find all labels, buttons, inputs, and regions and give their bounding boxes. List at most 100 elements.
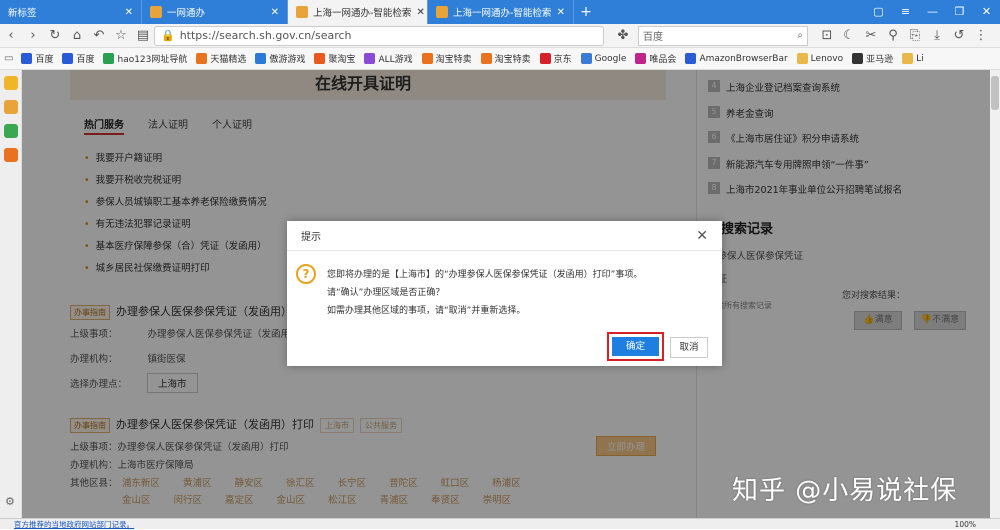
tab-label: 上海一网通办-智能检索 — [313, 8, 412, 19]
bookmark-label: AmazonBrowserBar — [699, 53, 788, 64]
tab-search[interactable]: 上海一网通办-智能检索 ✕ — [428, 0, 574, 24]
screenshot-icon[interactable]: ⊡ — [816, 28, 838, 43]
rss-icon[interactable] — [3, 148, 18, 162]
tab-new[interactable]: 新标签 ✕ — [0, 0, 142, 24]
tile-icon[interactable]: ▢ — [865, 0, 892, 24]
bookmark-label: 百度 — [76, 55, 95, 65]
bookmark-label: 淘宝特卖 — [494, 55, 531, 65]
bookmark-item[interactable]: Google — [580, 53, 627, 64]
bookmark-item[interactable]: 亚马逊 — [852, 52, 893, 65]
download-icon[interactable]: ⤓ — [926, 28, 948, 43]
translate-icon[interactable]: ⚲ — [882, 28, 904, 43]
bookmark-label: hao123网址导航 — [117, 55, 188, 65]
bookmark-icon — [255, 53, 267, 64]
menu-icon[interactable]: ≡ — [892, 0, 919, 24]
bookmark-icon — [480, 53, 492, 64]
bookmark-label: Li — [916, 53, 924, 64]
new-tab-icon[interactable]: + — [574, 0, 598, 24]
bookmark-item[interactable]: 淘宝特卖 — [421, 52, 472, 65]
confirm-dialog: 提示 ✕ ? 您即将办理的是【上海市】的“办理参保人医保参保凭证（发函用）打印”… — [287, 221, 722, 366]
notes-icon[interactable] — [3, 100, 18, 114]
address-bar[interactable]: 🔒 https://search.sh.gov.cn/search — [154, 25, 604, 46]
night-mode-icon[interactable]: ☾ — [838, 28, 860, 43]
close-tab-icon[interactable]: ✕ — [416, 7, 424, 18]
settings-gear-icon[interactable]: ⚙ — [5, 495, 15, 508]
bookmark-label: 百度 — [35, 55, 54, 65]
undo-icon[interactable]: ↶ — [88, 28, 110, 43]
forward-icon[interactable]: › — [22, 28, 44, 43]
close-tab-icon[interactable]: ✕ — [557, 7, 565, 18]
question-icon: ? — [296, 264, 316, 284]
bookmark-item[interactable]: Lenovo — [796, 53, 844, 64]
bookmark-item[interactable]: 傲游游戏 — [255, 52, 305, 65]
bookmark-item[interactable]: 唯品会 — [635, 52, 676, 65]
home-icon[interactable]: ⌂ — [66, 28, 88, 43]
confirm-button[interactable]: 确定 — [612, 337, 659, 356]
search-box[interactable]: 百度 ⌕ — [638, 25, 808, 46]
bookmark-icon — [62, 53, 74, 64]
folder-icon — [902, 53, 914, 64]
bookmark-label: ALL游戏 — [378, 55, 413, 65]
bookmark-icon — [196, 53, 208, 64]
bookmark-icon — [580, 53, 592, 64]
tab-bar: 新标签 ✕ 一网通办 ✕ 上海一网通办-智能检索 ✕ 上海一网通办-智能检索 ✕ + ▢… — [0, 0, 1000, 24]
watermark: 知乎 @小易说社保 — [732, 476, 958, 506]
status-bar: 官方推荐的当地政府网站部门记录。 100% — [0, 518, 1000, 529]
refresh-icon[interactable]: ↻ — [44, 28, 66, 43]
history-icon[interactable]: ↺ — [948, 28, 970, 43]
downloads-icon[interactable] — [3, 124, 18, 138]
scrollbar-thumb[interactable] — [991, 76, 999, 110]
bookmark-item[interactable]: AmazonBrowserBar — [685, 53, 788, 64]
close-tab-icon[interactable]: ✕ — [125, 7, 133, 18]
settings-icon[interactable]: ⋮ — [970, 28, 992, 43]
tab-search-active[interactable]: 上海一网通办-智能检索 ✕ — [288, 0, 428, 24]
bookmark-item[interactable]: Li — [902, 53, 924, 64]
browser-sidebar: ⚙ — [0, 70, 22, 518]
bookmark-icon — [421, 53, 433, 64]
minimize-icon[interactable]: — — [919, 0, 946, 24]
tab-yiwangtongban[interactable]: 一网通办 ✕ — [142, 0, 288, 24]
paw-icon[interactable]: ✤ — [612, 28, 634, 43]
bookmark-item[interactable]: 京东 — [539, 52, 572, 65]
nav-bar: ‹ › ↻ ⌂ ↶ ☆ ▤ 🔒 https://search.sh.gov.cn… — [0, 24, 1000, 48]
bookmark-item[interactable]: ALL游戏 — [364, 52, 413, 65]
folder-icon — [796, 53, 808, 64]
bookmark-label: 京东 — [553, 55, 572, 65]
bookmark-item[interactable]: 聚淘宝 — [314, 52, 355, 65]
tools-icon[interactable]: ✂ — [860, 28, 882, 43]
close-icon[interactable]: ✕ — [696, 228, 708, 244]
bookmark-label: Google — [594, 53, 627, 64]
zoom-level[interactable]: 100% — [955, 520, 976, 529]
favorites-icon[interactable] — [3, 76, 18, 90]
bookmark-icon — [539, 53, 551, 64]
reader-icon[interactable]: ▤ — [132, 28, 154, 43]
close-tab-icon[interactable]: ✕ — [271, 7, 279, 18]
bookmark-icon — [685, 53, 697, 64]
site-favicon-icon — [296, 6, 308, 18]
bookmark-icon — [852, 53, 864, 64]
bookmark-item[interactable]: hao123网址导航 — [103, 52, 187, 65]
vertical-scrollbar[interactable] — [990, 70, 1000, 518]
bookmark-label: Lenovo — [810, 53, 844, 64]
collection-icon[interactable]: ⎘ — [904, 28, 926, 43]
bookmark-item[interactable]: 百度 — [21, 52, 53, 65]
bookmark-item[interactable]: 天猫精选 — [196, 52, 246, 65]
bookmark-item[interactable]: 淘宝特卖 — [480, 52, 531, 65]
bookmark-item[interactable]: 百度 — [62, 52, 94, 65]
bookmark-label: 聚淘宝 — [328, 55, 356, 65]
restore-icon[interactable]: ❐ — [946, 0, 973, 24]
bookmarks-toggle-icon[interactable]: ▭ — [4, 53, 13, 64]
back-icon[interactable]: ‹ — [0, 28, 22, 43]
search-icon[interactable]: ⌕ — [797, 30, 803, 41]
site-favicon-icon — [436, 6, 448, 18]
bookmark-icon — [364, 53, 376, 64]
cancel-button[interactable]: 取消 — [670, 337, 708, 358]
favorite-star-icon[interactable]: ☆ — [110, 28, 132, 43]
tab-label: 上海一网通办-智能检索 — [453, 8, 552, 19]
bookmark-icon — [21, 53, 33, 64]
bookmark-label: 傲游游戏 — [269, 55, 306, 65]
address-url: https://search.sh.gov.cn/search — [179, 29, 352, 42]
tab-label: 新标签 — [8, 8, 37, 19]
close-window-icon[interactable]: ✕ — [973, 0, 1000, 24]
status-link[interactable]: 官方推荐的当地政府网站部门记录。 — [14, 519, 134, 530]
